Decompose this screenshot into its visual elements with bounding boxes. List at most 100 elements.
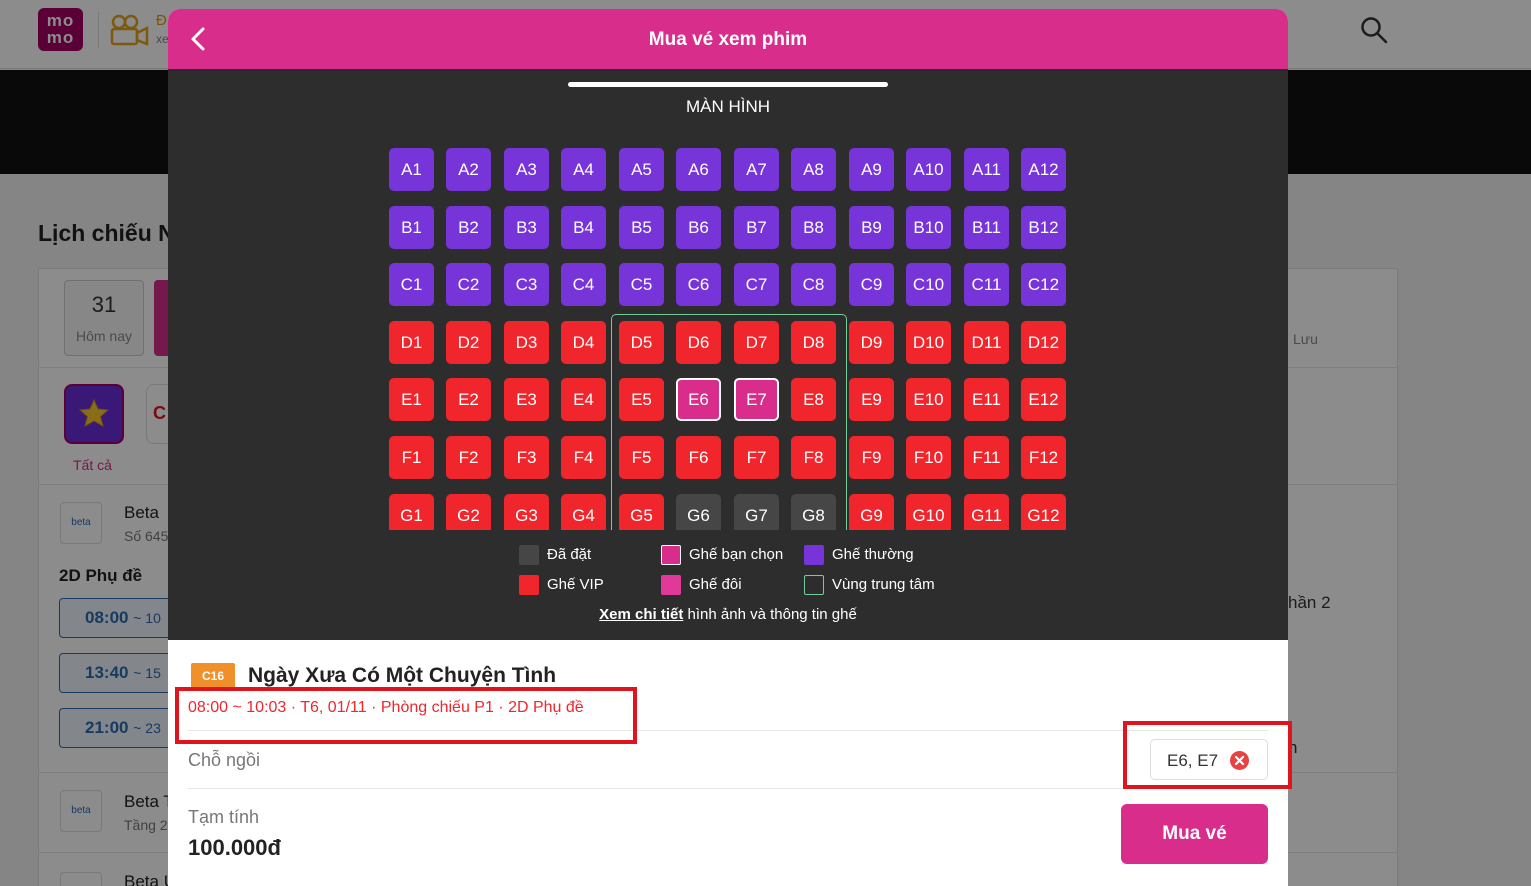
seat-d5[interactable]: D5 [619, 321, 664, 364]
seat-d9[interactable]: D9 [849, 321, 894, 364]
seat-f11[interactable]: F11 [964, 436, 1009, 479]
seat-d6[interactable]: D6 [676, 321, 721, 364]
seat-g8: G8 [791, 494, 836, 530]
seat-c11[interactable]: C11 [964, 263, 1009, 306]
seat-c4[interactable]: C4 [561, 263, 606, 306]
seat-a12[interactable]: A12 [1021, 148, 1066, 191]
seat-d12[interactable]: D12 [1021, 321, 1066, 364]
legend-item: Ghế thường [804, 545, 914, 565]
seat-b1[interactable]: B1 [389, 206, 434, 249]
seat-e1[interactable]: E1 [389, 378, 434, 421]
seat-grid[interactable]: A1 A2 A3 A4 A5 A6 A7 A8 A9 A10 A11 A12 B1 B2 B3 B4 B5 B6 B… [168, 148, 1288, 530]
seat-a10[interactable]: A10 [906, 148, 951, 191]
seat-f9[interactable]: F9 [849, 436, 894, 479]
legend-label: Ghế VIP [547, 576, 604, 593]
seat-f2[interactable]: F2 [446, 436, 491, 479]
seat-e8[interactable]: E8 [791, 378, 836, 421]
seat-e4[interactable]: E4 [561, 378, 606, 421]
seat-label: Chỗ ngồi [188, 750, 261, 770]
seat-d7[interactable]: D7 [734, 321, 779, 364]
seat-g3[interactable]: G3 [504, 494, 549, 530]
buy-ticket-button[interactable]: Mua vé [1121, 804, 1268, 864]
seat-e7[interactable]: E7 [734, 378, 779, 421]
seat-f6[interactable]: F6 [676, 436, 721, 479]
movie-title: Ngày Xưa Có Một Chuyện Tình [248, 664, 557, 687]
seat-c7[interactable]: C7 [734, 263, 779, 306]
seat-g5[interactable]: G5 [619, 494, 664, 530]
seat-a8[interactable]: A8 [791, 148, 836, 191]
seat-g2[interactable]: G2 [446, 494, 491, 530]
seat-f7[interactable]: F7 [734, 436, 779, 479]
seat-g6: G6 [676, 494, 721, 530]
seat-a7[interactable]: A7 [734, 148, 779, 191]
seat-g12[interactable]: G12 [1021, 494, 1066, 530]
seat-f12[interactable]: F12 [1021, 436, 1066, 479]
showtime-info: 08:00 ~ 10:03 · T6, 01/11 · Phòng chiếu … [188, 699, 584, 716]
seat-b5[interactable]: B5 [619, 206, 664, 249]
seat-f5[interactable]: F5 [619, 436, 664, 479]
seat-c10[interactable]: C10 [906, 263, 951, 306]
seat-a3[interactable]: A3 [504, 148, 549, 191]
seat-b10[interactable]: B10 [906, 206, 951, 249]
seat-e10[interactable]: E10 [906, 378, 951, 421]
seat-e2[interactable]: E2 [446, 378, 491, 421]
seat-detail-link[interactable]: Xem chi tiết [599, 606, 683, 623]
seat-b11[interactable]: B11 [964, 206, 1009, 249]
seat-f3[interactable]: F3 [504, 436, 549, 479]
seat-a2[interactable]: A2 [446, 148, 491, 191]
seat-d4[interactable]: D4 [561, 321, 606, 364]
clear-seats-icon[interactable] [1230, 751, 1249, 770]
seat-e6[interactable]: E6 [676, 378, 721, 421]
seat-e11[interactable]: E11 [964, 378, 1009, 421]
seat-f10[interactable]: F10 [906, 436, 951, 479]
seat-c5[interactable]: C5 [619, 263, 664, 306]
legend-label: Đã đặt [547, 546, 592, 563]
seat-a4[interactable]: A4 [561, 148, 606, 191]
seat-f1[interactable]: F1 [389, 436, 434, 479]
seat-c2[interactable]: C2 [446, 263, 491, 306]
seat-e9[interactable]: E9 [849, 378, 894, 421]
seat-g4[interactable]: G4 [561, 494, 606, 530]
seat-g9[interactable]: G9 [849, 494, 894, 530]
seat-c8[interactable]: C8 [791, 263, 836, 306]
seat-c6[interactable]: C6 [676, 263, 721, 306]
seat-f8[interactable]: F8 [791, 436, 836, 479]
seat-b8[interactable]: B8 [791, 206, 836, 249]
seat-a5[interactable]: A5 [619, 148, 664, 191]
seat-b6[interactable]: B6 [676, 206, 721, 249]
seat-d3[interactable]: D3 [504, 321, 549, 364]
seat-a6[interactable]: A6 [676, 148, 721, 191]
seat-d10[interactable]: D10 [906, 321, 951, 364]
legend-swatch [804, 545, 824, 565]
seat-detail-note: Xem chi tiết hình ảnh và thông tin ghế [168, 606, 1288, 623]
ticket-modal: Mua vé xem phim MÀN HÌNH A1 A2 A3 A4 A5 A6 A7 A… [168, 9, 1288, 886]
seat-b9[interactable]: B9 [849, 206, 894, 249]
seat-a9[interactable]: A9 [849, 148, 894, 191]
seat-d2[interactable]: D2 [446, 321, 491, 364]
seat-b12[interactable]: B12 [1021, 206, 1066, 249]
seat-d11[interactable]: D11 [964, 321, 1009, 364]
seat-d1[interactable]: D1 [389, 321, 434, 364]
seat-g1[interactable]: G1 [389, 494, 434, 530]
seat-c12[interactable]: C12 [1021, 263, 1066, 306]
seat-b3[interactable]: B3 [504, 206, 549, 249]
seat-c3[interactable]: C3 [504, 263, 549, 306]
seat-f4[interactable]: F4 [561, 436, 606, 479]
seat-b7[interactable]: B7 [734, 206, 779, 249]
seat-g11[interactable]: G11 [964, 494, 1009, 530]
seat-c9[interactable]: C9 [849, 263, 894, 306]
seat-e12[interactable]: E12 [1021, 378, 1066, 421]
seat-g10[interactable]: G10 [906, 494, 951, 530]
seat-a11[interactable]: A11 [964, 148, 1009, 191]
seat-c1[interactable]: C1 [389, 263, 434, 306]
seat-a1[interactable]: A1 [389, 148, 434, 191]
seat-e3[interactable]: E3 [504, 378, 549, 421]
seat-d8[interactable]: D8 [791, 321, 836, 364]
back-arrow-icon[interactable] [184, 24, 214, 54]
seat-e5[interactable]: E5 [619, 378, 664, 421]
seat-b4[interactable]: B4 [561, 206, 606, 249]
age-rating-badge: C16 [191, 663, 235, 689]
selected-seats-chip[interactable]: E6, E7 [1150, 739, 1268, 780]
legend-item: Ghế đôi [661, 575, 742, 595]
seat-b2[interactable]: B2 [446, 206, 491, 249]
